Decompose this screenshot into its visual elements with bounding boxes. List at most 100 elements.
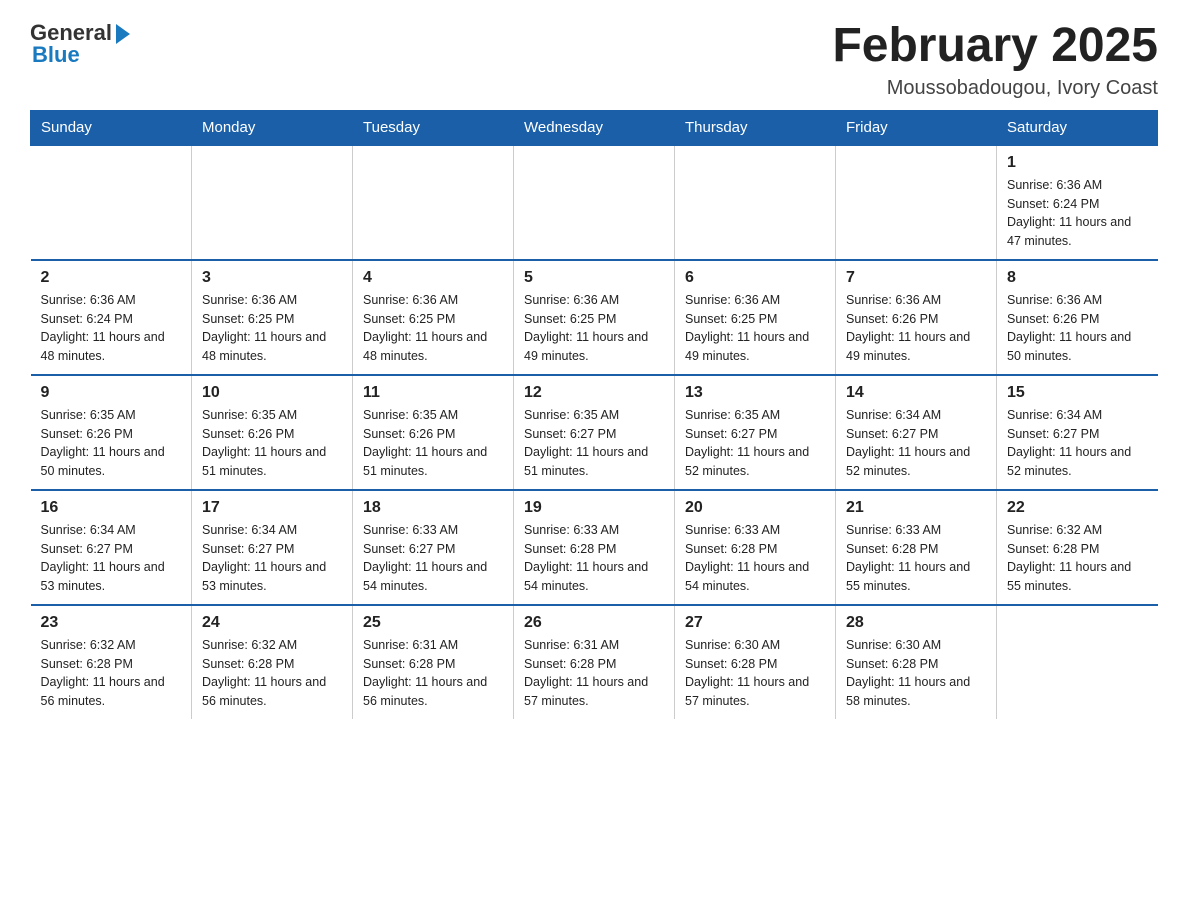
calendar-table: SundayMondayTuesdayWednesdayThursdayFrid… (30, 110, 1158, 719)
logo: General Blue (30, 20, 130, 68)
day-number: 14 (846, 384, 986, 402)
calendar-day-cell (353, 145, 514, 260)
calendar-day-cell: 12 Sunrise: 6:35 AM Sunset: 6:27 PM Dayli… (514, 375, 675, 490)
calendar-day-cell: 9 Sunrise: 6:35 AM Sunset: 6:26 PM Daylig… (31, 375, 192, 490)
day-number: 11 (363, 384, 503, 402)
day-info: Sunrise: 6:35 AM Sunset: 6:26 PM Dayligh… (202, 406, 342, 481)
title-block: February 2025 Moussobadougou, Ivory Coas… (832, 20, 1158, 100)
day-number: 26 (524, 614, 664, 632)
day-number: 1 (1007, 154, 1148, 172)
day-number: 6 (685, 269, 825, 287)
day-number: 27 (685, 614, 825, 632)
day-number: 13 (685, 384, 825, 402)
calendar-week-row: 16 Sunrise: 6:34 AM Sunset: 6:27 PM Dayli… (31, 490, 1158, 605)
page-header: General Blue February 2025 Moussobadougo… (30, 20, 1158, 100)
day-info: Sunrise: 6:36 AM Sunset: 6:25 PM Dayligh… (524, 291, 664, 366)
calendar-day-cell (997, 605, 1158, 719)
day-info: Sunrise: 6:33 AM Sunset: 6:28 PM Dayligh… (524, 521, 664, 596)
calendar-day-cell: 18 Sunrise: 6:33 AM Sunset: 6:27 PM Dayli… (353, 490, 514, 605)
calendar-day-cell: 19 Sunrise: 6:33 AM Sunset: 6:28 PM Dayli… (514, 490, 675, 605)
day-info: Sunrise: 6:34 AM Sunset: 6:27 PM Dayligh… (846, 406, 986, 481)
day-number: 9 (41, 384, 182, 402)
day-info: Sunrise: 6:34 AM Sunset: 6:27 PM Dayligh… (202, 521, 342, 596)
day-number: 15 (1007, 384, 1148, 402)
day-number: 24 (202, 614, 342, 632)
calendar-day-cell: 6 Sunrise: 6:36 AM Sunset: 6:25 PM Daylig… (675, 260, 836, 375)
day-info: Sunrise: 6:32 AM Sunset: 6:28 PM Dayligh… (202, 636, 342, 711)
day-info: Sunrise: 6:32 AM Sunset: 6:28 PM Dayligh… (41, 636, 182, 711)
calendar-day-cell: 22 Sunrise: 6:32 AM Sunset: 6:28 PM Dayli… (997, 490, 1158, 605)
calendar-day-cell: 27Sunrise: 6:30 AM Sunset: 6:28 PM Dayli… (675, 605, 836, 719)
logo-arrow-icon (116, 24, 130, 44)
day-number: 19 (524, 499, 664, 517)
day-number: 5 (524, 269, 664, 287)
calendar-day-cell (192, 145, 353, 260)
day-info: Sunrise: 6:36 AM Sunset: 6:25 PM Dayligh… (363, 291, 503, 366)
calendar-day-cell: 26 Sunrise: 6:31 AM Sunset: 6:28 PM Dayli… (514, 605, 675, 719)
day-info: Sunrise: 6:33 AM Sunset: 6:27 PM Dayligh… (363, 521, 503, 596)
day-info: Sunrise: 6:35 AM Sunset: 6:26 PM Dayligh… (363, 406, 503, 481)
day-number: 8 (1007, 269, 1148, 287)
day-of-week-header: Friday (836, 110, 997, 145)
day-of-week-header: Saturday (997, 110, 1158, 145)
day-info: Sunrise: 6:31 AM Sunset: 6:28 PM Dayligh… (524, 636, 664, 711)
day-number: 17 (202, 499, 342, 517)
calendar-week-row: 23 Sunrise: 6:32 AM Sunset: 6:28 PM Dayli… (31, 605, 1158, 719)
calendar-week-row: 2 Sunrise: 6:36 AM Sunset: 6:24 PM Daylig… (31, 260, 1158, 375)
day-info: Sunrise: 6:34 AM Sunset: 6:27 PM Dayligh… (1007, 406, 1148, 481)
day-number: 22 (1007, 499, 1148, 517)
day-number: 18 (363, 499, 503, 517)
calendar-day-cell: 23 Sunrise: 6:32 AM Sunset: 6:28 PM Dayli… (31, 605, 192, 719)
day-info: Sunrise: 6:33 AM Sunset: 6:28 PM Dayligh… (846, 521, 986, 596)
calendar-day-cell: 1 Sunrise: 6:36 AM Sunset: 6:24 PM Daylig… (997, 145, 1158, 260)
calendar-day-cell: 25 Sunrise: 6:31 AM Sunset: 6:28 PM Dayli… (353, 605, 514, 719)
day-number: 2 (41, 269, 182, 287)
calendar-day-cell: 14 Sunrise: 6:34 AM Sunset: 6:27 PM Dayli… (836, 375, 997, 490)
day-info: Sunrise: 6:30 AM Sunset: 6:28 PM Dayligh… (846, 636, 986, 711)
day-info: Sunrise: 6:36 AM Sunset: 6:24 PM Dayligh… (1007, 176, 1148, 251)
day-info: Sunrise: 6:36 AM Sunset: 6:25 PM Dayligh… (685, 291, 825, 366)
day-of-week-header: Wednesday (514, 110, 675, 145)
calendar-week-row: 9 Sunrise: 6:35 AM Sunset: 6:26 PM Daylig… (31, 375, 1158, 490)
month-title: February 2025 (832, 20, 1158, 73)
calendar-day-cell: 7Sunrise: 6:36 AM Sunset: 6:26 PM Daylig… (836, 260, 997, 375)
calendar-day-cell: 15 Sunrise: 6:34 AM Sunset: 6:27 PM Dayli… (997, 375, 1158, 490)
calendar-day-cell (675, 145, 836, 260)
calendar-day-cell (31, 145, 192, 260)
day-info: Sunrise: 6:36 AM Sunset: 6:24 PM Dayligh… (41, 291, 182, 366)
calendar-day-cell: 24 Sunrise: 6:32 AM Sunset: 6:28 PM Dayli… (192, 605, 353, 719)
day-number: 28 (846, 614, 986, 632)
calendar-day-cell: 28 Sunrise: 6:30 AM Sunset: 6:28 PM Dayli… (836, 605, 997, 719)
calendar-day-cell: 20 Sunrise: 6:33 AM Sunset: 6:28 PM Dayli… (675, 490, 836, 605)
day-info: Sunrise: 6:33 AM Sunset: 6:28 PM Dayligh… (685, 521, 825, 596)
calendar-day-cell: 8 Sunrise: 6:36 AM Sunset: 6:26 PM Daylig… (997, 260, 1158, 375)
day-info: Sunrise: 6:36 AM Sunset: 6:26 PM Dayligh… (846, 291, 986, 366)
day-info: Sunrise: 6:36 AM Sunset: 6:25 PM Dayligh… (202, 291, 342, 366)
day-info: Sunrise: 6:32 AM Sunset: 6:28 PM Dayligh… (1007, 521, 1148, 596)
calendar-day-cell: 4 Sunrise: 6:36 AM Sunset: 6:25 PM Daylig… (353, 260, 514, 375)
calendar-header-row: SundayMondayTuesdayWednesdayThursdayFrid… (31, 110, 1158, 145)
day-info: Sunrise: 6:36 AM Sunset: 6:26 PM Dayligh… (1007, 291, 1148, 366)
day-number: 4 (363, 269, 503, 287)
location: Moussobadougou, Ivory Coast (832, 77, 1158, 100)
calendar-day-cell: 5 Sunrise: 6:36 AM Sunset: 6:25 PM Daylig… (514, 260, 675, 375)
day-number: 23 (41, 614, 182, 632)
calendar-day-cell: 10Sunrise: 6:35 AM Sunset: 6:26 PM Dayli… (192, 375, 353, 490)
day-number: 25 (363, 614, 503, 632)
calendar-day-cell: 3Sunrise: 6:36 AM Sunset: 6:25 PM Daylig… (192, 260, 353, 375)
day-number: 20 (685, 499, 825, 517)
day-info: Sunrise: 6:35 AM Sunset: 6:27 PM Dayligh… (524, 406, 664, 481)
calendar-day-cell (514, 145, 675, 260)
day-number: 12 (524, 384, 664, 402)
day-of-week-header: Monday (192, 110, 353, 145)
day-of-week-header: Tuesday (353, 110, 514, 145)
calendar-day-cell: 17 Sunrise: 6:34 AM Sunset: 6:27 PM Dayli… (192, 490, 353, 605)
day-of-week-header: Sunday (31, 110, 192, 145)
day-number: 16 (41, 499, 182, 517)
day-of-week-header: Thursday (675, 110, 836, 145)
calendar-day-cell: 13Sunrise: 6:35 AM Sunset: 6:27 PM Dayli… (675, 375, 836, 490)
calendar-day-cell: 11 Sunrise: 6:35 AM Sunset: 6:26 PM Dayli… (353, 375, 514, 490)
day-info: Sunrise: 6:35 AM Sunset: 6:26 PM Dayligh… (41, 406, 182, 481)
calendar-week-row: 1 Sunrise: 6:36 AM Sunset: 6:24 PM Daylig… (31, 145, 1158, 260)
day-info: Sunrise: 6:31 AM Sunset: 6:28 PM Dayligh… (363, 636, 503, 711)
